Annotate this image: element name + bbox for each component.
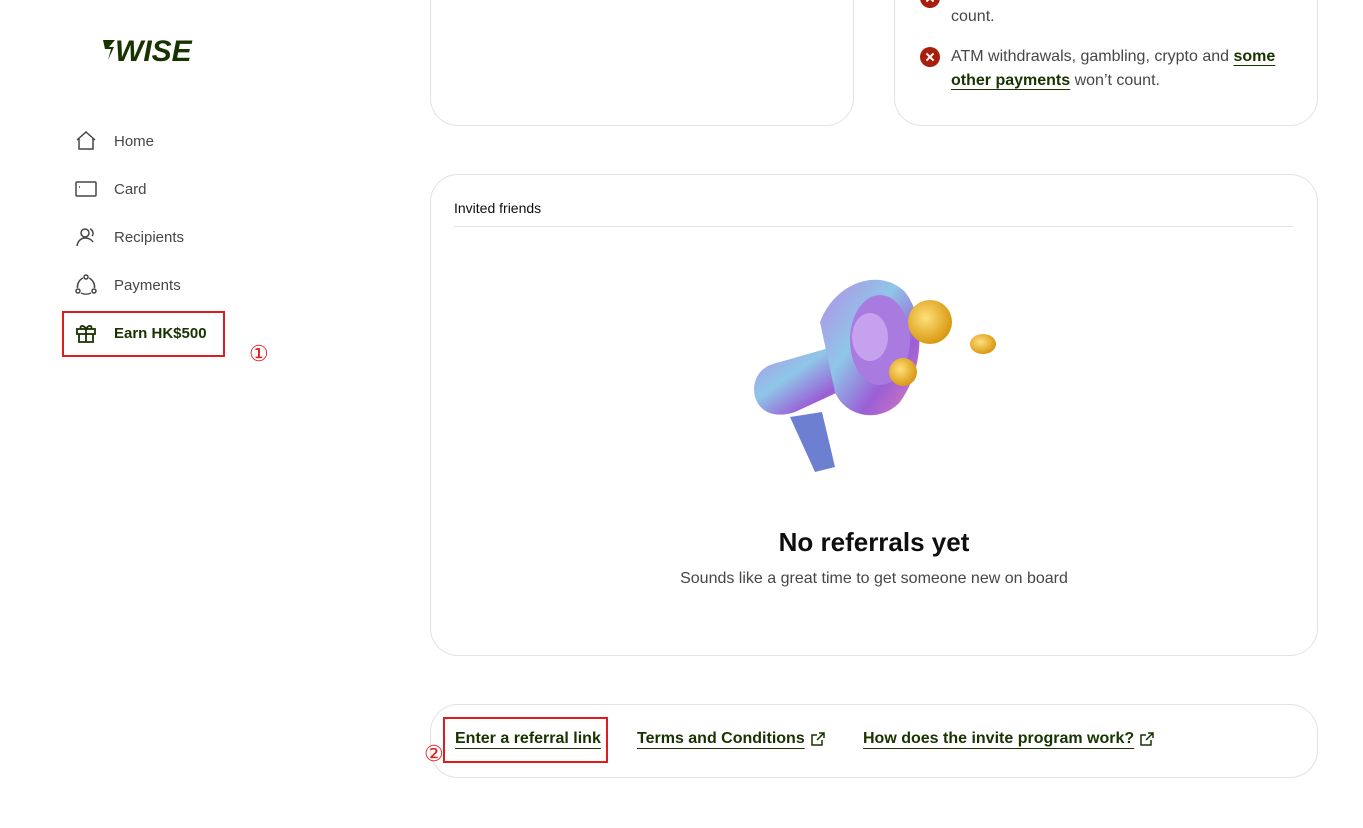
how-label: How does the invite program work?: [863, 730, 1135, 747]
home-icon: [76, 130, 96, 150]
terms-and-conditions-link[interactable]: Terms and Conditions: [637, 730, 826, 748]
rule-partial-text: count.: [951, 5, 995, 29]
external-link-icon: [1140, 732, 1154, 746]
empty-state-subtitle: Sounds like a great time to get someone …: [680, 570, 1068, 587]
rule-atm: ATM withdrawals, gambling, crypto and so…: [920, 45, 1300, 93]
cross-icon: [920, 47, 940, 67]
annotation-box-2: [443, 717, 608, 763]
sidebar-item-label: Home: [114, 132, 155, 150]
annotation-box-1: [62, 311, 225, 357]
megaphone-illustration: [754, 279, 996, 472]
sidebar-item-label: Payments: [114, 276, 181, 294]
top-left-card: [430, 0, 854, 126]
annotation-number-2: ②: [424, 742, 444, 767]
invited-friends-title: Invited friends: [454, 200, 542, 216]
annotation-number-1: ①: [249, 342, 269, 367]
recipients-icon: [76, 228, 94, 247]
rule-atm-text: ATM withdrawals, gambling, crypto and: [951, 48, 1234, 65]
wise-logo[interactable]: WISE: [101, 34, 211, 66]
payments-icon: [75, 274, 97, 295]
divider: [454, 226, 1293, 227]
rule-atm-suffix: won’t count.: [1070, 72, 1160, 89]
sidebar-item-label: Recipients: [114, 228, 185, 246]
external-link-icon: [810, 732, 825, 746]
sidebar-item-recipients[interactable]: Recipients: [74, 223, 184, 251]
sidebar-item-home[interactable]: Home: [74, 127, 154, 155]
sidebar-item-label: Card: [114, 180, 147, 198]
sidebar-item-payments[interactable]: Payments: [74, 271, 181, 299]
rule-partial-line: count.: [951, 8, 995, 25]
terms-label: Terms and Conditions: [637, 730, 805, 747]
sidebar-item-card[interactable]: Card: [74, 175, 147, 203]
logo-text: WISE: [115, 35, 193, 66]
rule-atm-text-block: ATM withdrawals, gambling, crypto and so…: [951, 45, 1296, 93]
empty-state-title: No referrals yet: [778, 527, 970, 557]
card-icon: [75, 181, 97, 197]
how-invite-program-works-link[interactable]: How does the invite program work?: [863, 730, 1155, 748]
